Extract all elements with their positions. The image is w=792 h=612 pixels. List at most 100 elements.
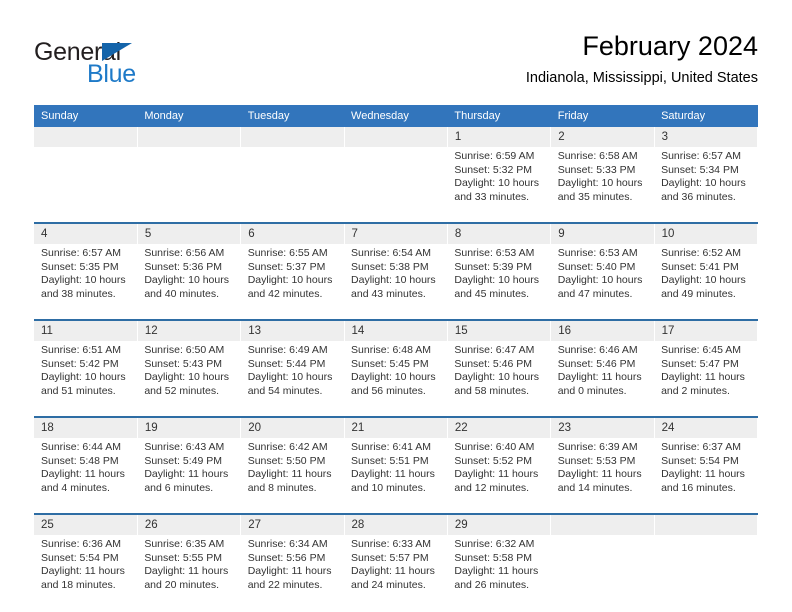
day-detail-line: Daylight: 10 hours [454, 371, 540, 384]
day-number-cell[interactable]: 1 [447, 127, 552, 147]
day-detail-line: Sunrise: 6:43 AM [144, 441, 225, 453]
day-detail-line: and 0 minutes. [557, 384, 627, 397]
day-detail-line: and 8 minutes. [247, 481, 317, 494]
day-detail-cell: Sunrise: 6:57 AM Sunset: 5:35 PM Daylight:… [34, 244, 138, 320]
day-number-cell[interactable]: 10 [654, 222, 759, 244]
day-number-cell[interactable]: 8 [447, 222, 552, 244]
day-detail-line: Sunrise: 6:36 AM [41, 538, 121, 550]
day-number-cell[interactable]: 28 [344, 513, 448, 535]
day-number-cell[interactable]: 27 [240, 513, 345, 535]
logo-text-blue: Blue [87, 60, 136, 88]
day-detail-line: Daylight: 11 hours [41, 468, 125, 481]
day-detail-line: Sunset: 5:46 PM [557, 357, 636, 370]
day-number-cell[interactable]: 20 [240, 416, 345, 438]
day-detail-line: Daylight: 10 hours [454, 274, 540, 287]
day-detail-line: Daylight: 10 hours [144, 274, 229, 287]
day-number-cell[interactable]: 29 [447, 513, 552, 535]
calendar-body: 1 2 3 Sunrise: 6:59 AM Sunset: 5:32 PM Daylig… [34, 127, 759, 610]
day-detail-line: and 45 minutes. [454, 287, 530, 300]
day-number-cell[interactable]: 26 [137, 513, 242, 535]
day-detail-cell-empty [34, 147, 138, 223]
day-detail-line: and 54 minutes. [247, 384, 323, 397]
day-detail-line: Sunset: 5:47 PM [661, 357, 739, 370]
day-number-cell[interactable]: 18 [34, 416, 138, 438]
day-number-cell[interactable]: 4 [34, 222, 138, 244]
day-detail-cell: Sunrise: 6:43 AM Sunset: 5:49 PM Daylight:… [137, 438, 241, 514]
day-detail-line: Daylight: 10 hours [247, 371, 333, 384]
day-number-cell-empty [344, 127, 448, 147]
day-detail-line: Sunset: 5:44 PM [247, 357, 326, 370]
day-number-cell[interactable]: 7 [344, 222, 448, 244]
day-detail-line: Sunrise: 6:46 AM [557, 344, 638, 356]
day-detail-cell: Sunrise: 6:44 AM Sunset: 5:48 PM Daylight:… [34, 438, 138, 514]
day-detail-line: Daylight: 11 hours [661, 468, 745, 481]
day-detail-line: Sunrise: 6:40 AM [454, 441, 535, 453]
day-number-cell[interactable]: 13 [240, 319, 345, 341]
day-number-cell[interactable]: 23 [550, 416, 655, 438]
day-detail-line: Sunrise: 6:56 AM [144, 247, 225, 259]
day-detail-cell-empty [137, 147, 241, 223]
day-detail-line: Sunrise: 6:44 AM [41, 441, 121, 453]
location-subtitle: Indianola, Mississippi, United States [525, 70, 758, 86]
day-detail-cell-empty [654, 535, 758, 610]
day-number-cell[interactable]: 19 [137, 416, 242, 438]
day-number-cell[interactable]: 9 [550, 222, 655, 244]
day-detail-line: Sunrise: 6:35 AM [144, 538, 225, 550]
day-detail-line: Daylight: 10 hours [661, 177, 746, 190]
day-detail-line: Sunset: 5:49 PM [144, 454, 222, 467]
day-detail-cell: Sunrise: 6:46 AM Sunset: 5:46 PM Daylight:… [550, 341, 655, 417]
day-detail-line: Sunrise: 6:49 AM [247, 344, 328, 356]
day-detail-cell: Sunrise: 6:59 AM Sunset: 5:32 PM Daylight:… [447, 147, 551, 223]
day-detail-line: Sunset: 5:32 PM [454, 163, 533, 176]
weekday-header-tuesday: Tuesday [240, 105, 345, 127]
day-detail-line: Daylight: 11 hours [144, 468, 229, 481]
day-detail-line: and 22 minutes. [247, 578, 323, 591]
day-number-cell[interactable]: 14 [344, 319, 448, 341]
day-number-cell[interactable]: 24 [654, 416, 759, 438]
day-number-cell[interactable]: 25 [34, 513, 138, 535]
day-number-cell[interactable]: 11 [34, 319, 138, 341]
day-detail-cell: Sunrise: 6:36 AM Sunset: 5:54 PM Daylight:… [34, 535, 138, 610]
day-number-cell[interactable]: 12 [137, 319, 242, 341]
day-detail-cell-empty [240, 147, 345, 223]
day-detail-line: Daylight: 10 hours [557, 177, 643, 190]
day-detail-line: Sunrise: 6:58 AM [557, 150, 638, 162]
day-detail-line: and 10 minutes. [351, 481, 426, 494]
day-number-cell[interactable]: 6 [240, 222, 345, 244]
day-number-cell[interactable]: 16 [550, 319, 655, 341]
day-detail-cell: Sunrise: 6:34 AM Sunset: 5:56 PM Daylight:… [240, 535, 345, 610]
day-detail-line: and 18 minutes. [41, 578, 116, 591]
week-date-row: 4 5 6 7 8 9 10 [34, 222, 759, 244]
day-detail-line: Daylight: 11 hours [41, 565, 125, 578]
day-detail-line: and 36 minutes. [661, 190, 736, 203]
day-detail-line: Sunrise: 6:33 AM [351, 538, 431, 550]
day-detail-line: and 38 minutes. [41, 287, 116, 300]
day-detail-line: Sunrise: 6:51 AM [41, 344, 121, 356]
day-detail-line: Daylight: 10 hours [661, 274, 746, 287]
day-detail-line: and 51 minutes. [41, 384, 116, 397]
day-detail-line: Sunset: 5:41 PM [661, 260, 739, 273]
week-date-row: 11 12 13 14 15 16 17 [34, 319, 759, 341]
week-info-row: Sunrise: 6:44 AM Sunset: 5:48 PM Daylight:… [34, 438, 758, 514]
day-detail-cell: Sunrise: 6:53 AM Sunset: 5:40 PM Daylight:… [550, 244, 655, 320]
weekday-header-sunday: Sunday [34, 105, 138, 127]
day-number-cell[interactable]: 2 [550, 127, 655, 147]
day-detail-line: Sunrise: 6:37 AM [661, 441, 742, 453]
day-number-cell[interactable]: 21 [344, 416, 448, 438]
day-detail-line: Sunrise: 6:53 AM [557, 247, 638, 259]
day-detail-cell: Sunrise: 6:41 AM Sunset: 5:51 PM Daylight:… [344, 438, 448, 514]
day-detail-line: Sunset: 5:37 PM [247, 260, 326, 273]
day-detail-line: and 24 minutes. [351, 578, 426, 591]
calendar-grid: Sunday Monday Tuesday Wednesday Thursday… [34, 105, 759, 610]
weekday-header-row: Sunday Monday Tuesday Wednesday Thursday… [34, 105, 758, 127]
day-number-cell[interactable]: 3 [654, 127, 759, 147]
day-detail-line: Sunset: 5:34 PM [661, 163, 739, 176]
day-number-cell[interactable]: 15 [447, 319, 552, 341]
day-number-cell[interactable]: 17 [654, 319, 759, 341]
day-detail-line: Sunrise: 6:32 AM [454, 538, 535, 550]
day-detail-line: Sunrise: 6:57 AM [661, 150, 742, 162]
day-number-cell[interactable]: 22 [447, 416, 552, 438]
day-detail-cell: Sunrise: 6:54 AM Sunset: 5:38 PM Daylight:… [344, 244, 448, 320]
day-number-cell[interactable]: 5 [137, 222, 242, 244]
day-number-cell-empty [654, 513, 759, 535]
